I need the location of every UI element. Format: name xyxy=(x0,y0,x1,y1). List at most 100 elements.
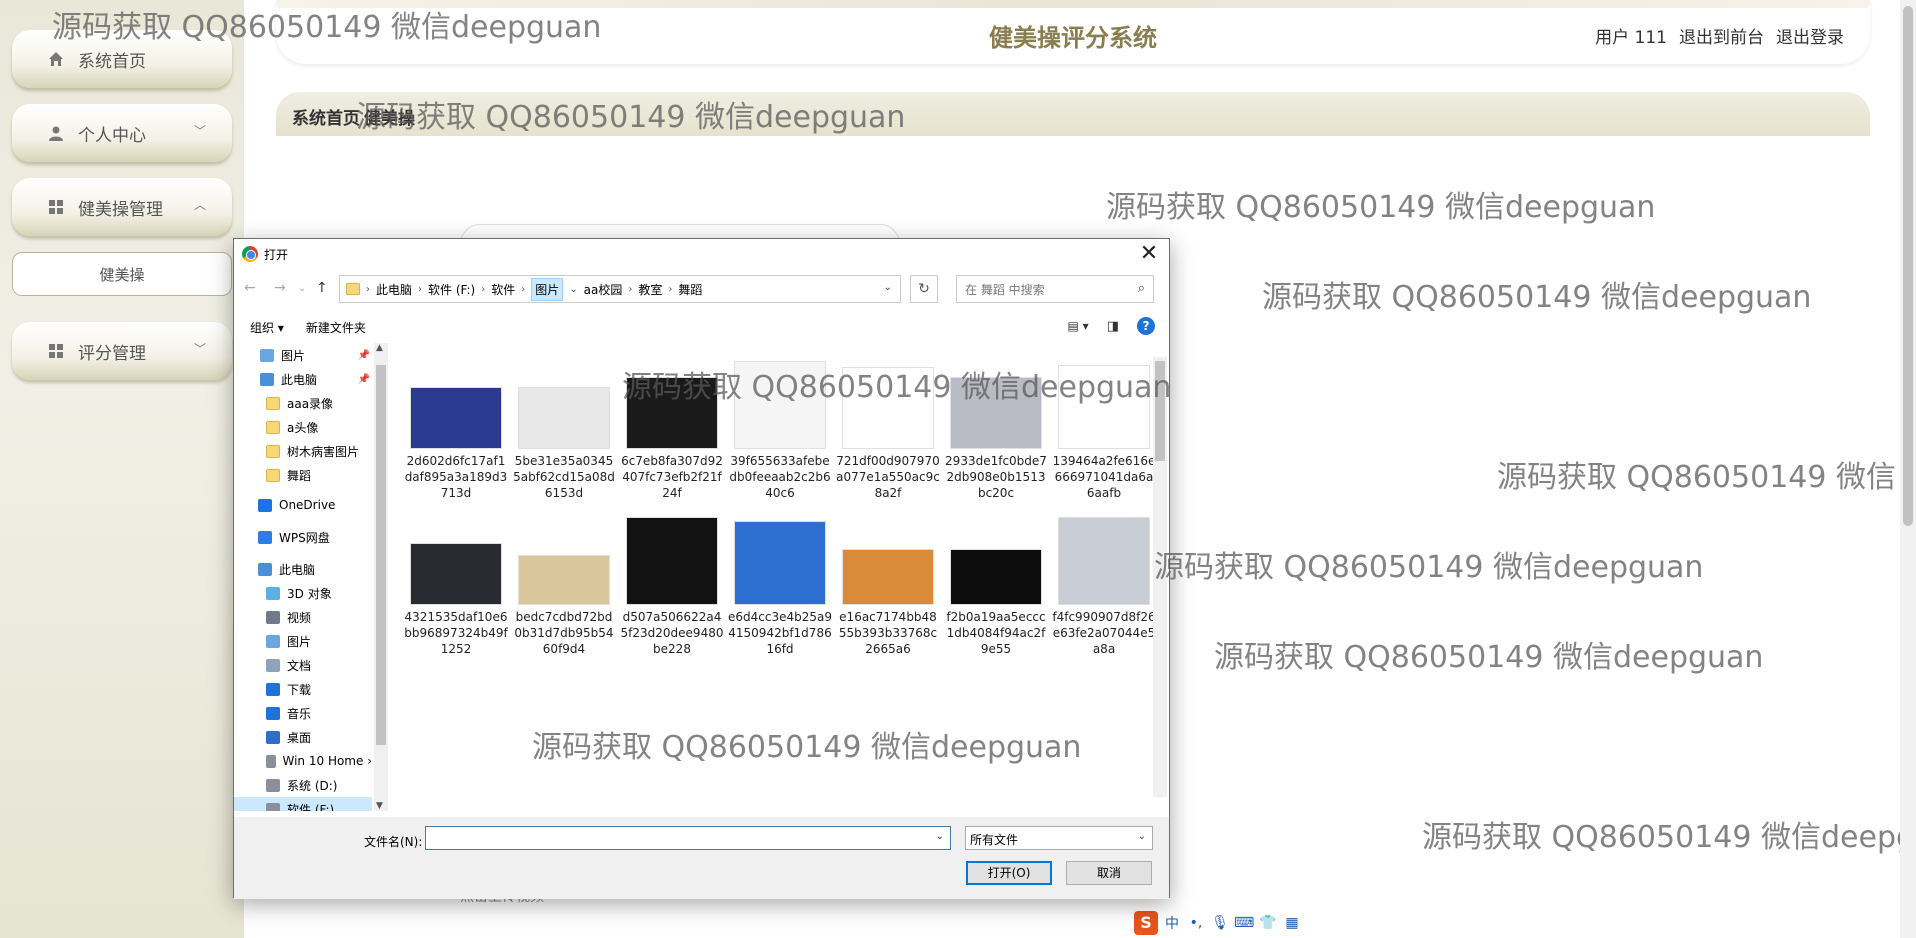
nav-item[interactable]: 树木病害图片 xyxy=(234,439,372,463)
file-scrollbar-thumb[interactable] xyxy=(1155,361,1165,461)
nav-item[interactable]: Win 10 Home › xyxy=(234,749,372,773)
sidebar-item-label: 个人中心 xyxy=(78,125,146,146)
crumb-dance[interactable]: 舞蹈 xyxy=(678,281,702,298)
filename-label: 文件名(N): xyxy=(364,835,423,849)
nav-item[interactable]: 此电脑 xyxy=(234,557,372,581)
image-thumbnail xyxy=(1058,365,1150,449)
nav-item[interactable]: 系统 (D:) xyxy=(234,773,372,797)
back-to-front-link[interactable]: 退出到前台 xyxy=(1679,23,1764,48)
nav-item-label: 舞蹈 xyxy=(287,468,312,483)
file-name: 721df00d907970a077e1a550ac9c8a2f xyxy=(836,454,940,500)
chevron-down-icon[interactable]: ⌄ xyxy=(884,282,892,293)
file-scrollbar[interactable] xyxy=(1153,357,1167,797)
file-item[interactable]: 139464a2fe616e666971041da6a6aafb xyxy=(1052,365,1156,501)
nav-item-label: 3D 对象 xyxy=(287,586,332,601)
punctuation-icon[interactable]: •, xyxy=(1186,915,1206,931)
file-item[interactable]: 721df00d907970a077e1a550ac9c8a2f xyxy=(836,367,940,501)
crumb-pc[interactable]: 此电脑 xyxy=(376,281,412,298)
cancel-button[interactable]: 取消 xyxy=(1066,861,1152,885)
nav-item-label: 系统 (D:) xyxy=(287,778,338,793)
crumb-campus[interactable]: aa校园 xyxy=(584,281,623,298)
sidebar-subitem-aerobics[interactable]: 健美操 xyxy=(12,252,232,296)
crumb-pictures[interactable]: 图片 xyxy=(531,277,564,301)
file-item[interactable]: e16ac7174bb4855b393b33768c2665a6 xyxy=(836,549,940,657)
crumb-classroom[interactable]: 教室 xyxy=(638,281,662,298)
nav-item[interactable]: WPS网盘 xyxy=(234,525,372,549)
breadcrumb-current: 健美操 xyxy=(364,109,415,129)
search-placeholder: 在 舞蹈 中搜索 xyxy=(965,282,1045,297)
watermark: 源码获取 QQ86050149 微信deepguan xyxy=(1497,460,1897,495)
file-item[interactable]: 6c7eb8fa307d92407fc73efb2f21f24f xyxy=(620,377,724,501)
file-item[interactable]: 5be31e35a03455abf62cd15a08d6153d xyxy=(512,387,616,501)
nav-item[interactable]: 视频 xyxy=(234,605,372,629)
nav-item[interactable]: 音乐 xyxy=(234,701,372,725)
filename-input[interactable]: ⌄ xyxy=(425,826,951,850)
nav-scrollbar-thumb[interactable] xyxy=(376,365,386,745)
file-item[interactable]: f2b0a19aa5eccc1db4084f94ac2f9e55 xyxy=(944,549,1048,657)
document-icon xyxy=(266,658,280,672)
sogou-icon[interactable]: S xyxy=(1134,911,1158,935)
logout-link[interactable]: 退出登录 xyxy=(1776,23,1844,48)
nav-item[interactable]: 图片 xyxy=(234,629,372,653)
open-button[interactable]: 打开(O) xyxy=(966,861,1052,885)
pictures-icon xyxy=(266,634,280,648)
sidebar-item-personal[interactable]: 个人中心 ﹀ xyxy=(12,104,232,162)
keyboard-icon[interactable]: ⌨ xyxy=(1234,915,1254,931)
nav-item[interactable]: 图片 📌 xyxy=(234,343,372,367)
nav-item[interactable]: 舞蹈 xyxy=(234,463,372,487)
file-item[interactable]: bedc7cdbd72bd0b31d7db95b5460f9d4 xyxy=(512,555,616,657)
nav-item-label: aaa录像 xyxy=(287,396,334,411)
nav-item[interactable]: 此电脑 📌 xyxy=(234,367,372,391)
file-item[interactable]: d507a506622a45f23d20dee9480be228 xyxy=(620,517,724,657)
crumb-software[interactable]: 软件 xyxy=(491,281,515,298)
address-bar[interactable]: › 此电脑 › 软件 (F:) › 软件 › 图片 ⌄ aa校园 › 教室 › … xyxy=(339,275,901,303)
dialog-titlebar[interactable]: 打开 ✕ xyxy=(234,239,1169,269)
nav-scrollbar[interactable]: ▲ ▼ xyxy=(374,343,388,811)
dialog-title: 打开 xyxy=(264,247,289,262)
nav-item[interactable]: 下载 xyxy=(234,677,372,701)
page-scrollbar-thumb[interactable] xyxy=(1903,6,1913,526)
help-icon[interactable]: ? xyxy=(1137,317,1155,335)
file-item[interactable]: e6d4cc3e4b25a94150942bf1d78616fd xyxy=(728,521,832,657)
scroll-down-icon[interactable]: ▼ xyxy=(376,801,383,811)
sidebar-item-home[interactable]: 系统首页 xyxy=(12,30,232,88)
organize-button[interactable]: 组织 ▾ xyxy=(250,319,284,336)
crumb-drive[interactable]: 软件 (F:) xyxy=(428,281,475,298)
search-input[interactable]: 在 舞蹈 中搜索 ⌕ xyxy=(956,275,1154,303)
microphone-icon[interactable]: 🎙 xyxy=(1210,915,1230,931)
skin-icon[interactable]: 👕 xyxy=(1258,915,1278,931)
file-item[interactable]: 4321535daf10e6bb96897324b49f1252 xyxy=(404,543,508,657)
image-thumbnail xyxy=(734,361,826,449)
new-folder-button[interactable]: 新建文件夹 xyxy=(306,319,366,336)
file-item[interactable]: f4fc990907d8f26e63fe2a07044e5a8a xyxy=(1052,517,1156,657)
close-icon[interactable]: ✕ xyxy=(1137,241,1161,266)
file-item[interactable]: 2933de1fc0bde72db908e0b1513bc20c xyxy=(944,377,1048,501)
nav-item[interactable]: 3D 对象 xyxy=(234,581,372,605)
file-item[interactable]: 2d602d6fc17af1daf895a3a189d3713d xyxy=(404,387,508,501)
view-options-icon[interactable]: ▤ ▾ xyxy=(1068,319,1089,333)
breadcrumb-home[interactable]: 系统首页 xyxy=(292,104,360,129)
up-arrow-icon[interactable]: ↑ xyxy=(316,280,328,296)
nav-item[interactable]: aaa录像 xyxy=(234,391,372,415)
file-item[interactable]: 39f655633afebedb0feeaab2c2b640c6 xyxy=(728,361,832,501)
filetype-select[interactable]: 所有文件 ⌄ xyxy=(965,826,1153,850)
refresh-icon[interactable]: ↻ xyxy=(910,275,938,303)
nav-item[interactable]: 文档 xyxy=(234,653,372,677)
nav-item[interactable]: 软件 (F:) xyxy=(234,797,372,811)
page-scrollbar[interactable] xyxy=(1900,0,1916,938)
scroll-up-icon[interactable]: ▲ xyxy=(376,343,383,353)
nav-item[interactable]: a头像 xyxy=(234,415,372,439)
chevron-down-icon[interactable]: ⌄ xyxy=(936,831,944,842)
toolbox-icon[interactable]: ▦ xyxy=(1282,915,1302,931)
sidebar-item-scoring[interactable]: 评分管理 ﹀ xyxy=(12,322,232,380)
nav-item[interactable]: OneDrive xyxy=(234,493,372,517)
download-icon xyxy=(266,682,280,696)
sidebar-item-aerobics[interactable]: 健美操管理 ︿ xyxy=(12,178,232,236)
nav-item[interactable]: 桌面 xyxy=(234,725,372,749)
image-thumbnail xyxy=(734,521,826,605)
back-arrow-icon[interactable]: ← xyxy=(244,280,256,296)
ime-mode[interactable]: 中 xyxy=(1162,913,1182,933)
history-chevron-icon[interactable]: ⌄ xyxy=(298,283,306,294)
forward-arrow-icon[interactable]: → xyxy=(274,280,286,296)
preview-pane-icon[interactable]: ◨ xyxy=(1107,319,1119,334)
